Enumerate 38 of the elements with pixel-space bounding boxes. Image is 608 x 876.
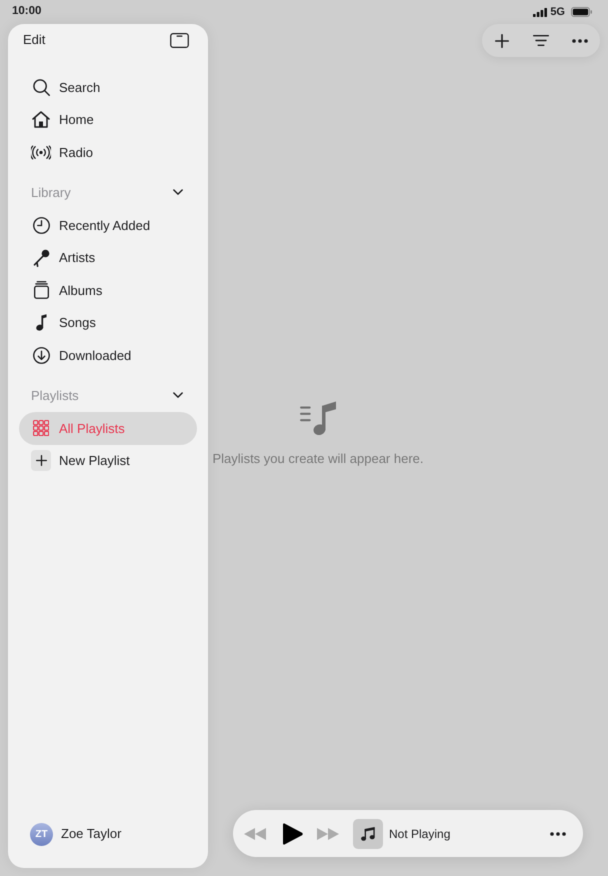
sidebar-item[interactable]: Artists: [19, 242, 197, 274]
sidebar-item[interactable]: New Playlist: [19, 444, 197, 477]
plus-icon: [31, 450, 51, 472]
search-icon: [32, 78, 50, 96]
plus-icon: [494, 34, 509, 48]
album-stack-icon: [34, 281, 48, 300]
rewind-icon: [244, 828, 266, 840]
empty-state-message: Playlists you create will appear here.: [212, 450, 424, 468]
filter-icon: [532, 35, 549, 46]
radio-waves-icon: [31, 144, 51, 160]
sidebar-item[interactable]: Home: [19, 104, 197, 136]
clock-icon: [32, 216, 50, 234]
more-icon: [550, 832, 566, 836]
download-icon: [32, 346, 50, 364]
battery-icon: [571, 7, 592, 17]
sidebar-item[interactable]: Search: [19, 71, 197, 104]
grid-icon: [33, 420, 49, 436]
sidebar-item[interactable]: Recently Added: [19, 209, 197, 242]
house-icon: [32, 111, 50, 128]
user-name[interactable]: Zoe Taylor: [61, 824, 122, 844]
edit-button[interactable]: Edit: [23, 30, 46, 50]
sidebar-item[interactable]: Downloaded: [19, 339, 197, 372]
status-time: 10:00: [12, 4, 42, 20]
sidebar-toggle-button[interactable]: [170, 32, 189, 48]
now-playing-title: Not Playing: [389, 826, 450, 842]
play-icon: [283, 822, 303, 844]
microphone-icon: [32, 248, 50, 267]
sidebar-item[interactable]: Albums: [19, 274, 197, 306]
network-label: 5G: [550, 4, 565, 20]
music-note-icon: [361, 826, 375, 840]
more-icon: [572, 38, 588, 42]
signal-icon: [533, 8, 548, 16]
sidebar-item[interactable]: Songs: [19, 306, 197, 339]
fast-forward-icon: [317, 828, 339, 840]
sidebar-toggle-icon: [170, 32, 189, 48]
music-note-icon: [36, 314, 46, 332]
playlist-icon: [300, 400, 336, 436]
sidebar-item[interactable]: Radio: [19, 136, 197, 168]
